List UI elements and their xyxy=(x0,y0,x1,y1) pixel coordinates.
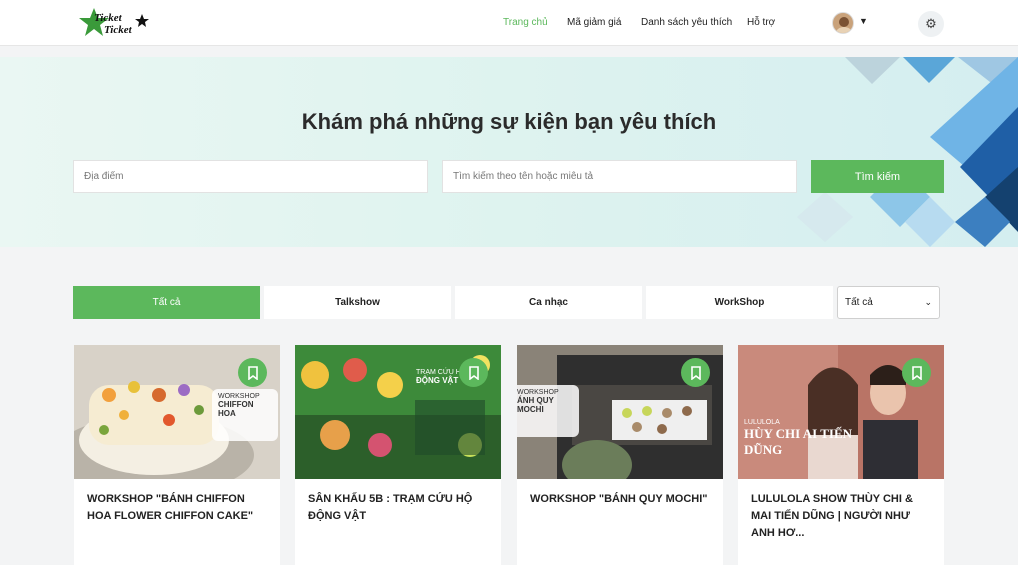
gear-icon[interactable]: ⚙ xyxy=(918,11,944,37)
hero-title: Khám phá những sự kiện bạn yêu thích xyxy=(301,109,717,134)
event-title[interactable]: WORKSHOP "BÁNH CHIFFON HOA FLOWER CHIFFO… xyxy=(87,491,269,525)
bookmark-button[interactable] xyxy=(902,358,931,387)
chevron-down-icon[interactable]: ▼ xyxy=(859,16,868,26)
svg-text:Ticket: Ticket xyxy=(104,24,133,36)
event-image-caption: WORKSHOP CHIFFON HOA xyxy=(212,389,278,441)
search-input[interactable] xyxy=(442,160,797,193)
event-image: TRẠM CỨU HỘ ĐỘNG VẬT xyxy=(295,345,501,479)
event-card[interactable]: WORKSHOP CHIFFON HOA WORKSHOP "BÁNH CHIFF… xyxy=(74,345,280,565)
event-image: WORKSHOP ÁNH QUY MOCHI xyxy=(517,345,723,479)
tab-talkshow[interactable]: Talkshow xyxy=(264,286,451,319)
bookmark-icon xyxy=(468,365,479,380)
tab-all[interactable]: Tất cả xyxy=(73,286,260,319)
event-title[interactable]: SÂN KHẤU 5B : TRẠM CỨU HỘ ĐỘNG VẬT xyxy=(308,491,490,525)
chevron-down-icon: ⌄ xyxy=(924,297,932,307)
event-card[interactable]: TRẠM CỨU HỘ ĐỘNG VẬT SÂN KHẤU 5B : TRẠM C… xyxy=(295,345,501,565)
bookmark-icon xyxy=(247,365,258,380)
event-title[interactable]: LULULOLA SHOW THÙY CHI & MAI TIẾN DŨNG |… xyxy=(751,491,933,542)
tab-workshop[interactable]: WorkShop xyxy=(646,286,833,319)
event-image-caption: WORKSHOP ÁNH QUY MOCHI xyxy=(517,385,579,437)
nav-wishlist[interactable]: Danh sách yêu thích xyxy=(641,17,732,28)
filter-selected-value: Tất cả xyxy=(845,297,873,308)
tab-music[interactable]: Ca nhạc xyxy=(455,286,642,319)
event-card[interactable]: WORKSHOP ÁNH QUY MOCHI WORKSHOP "BÁNH QUY… xyxy=(517,345,723,565)
bookmark-icon xyxy=(911,365,922,380)
bookmark-button[interactable] xyxy=(238,358,267,387)
svg-text:Ticket: Ticket xyxy=(94,12,123,24)
top-navbar: Ticket Ticket Trang chủ Mã giảm giá Danh… xyxy=(0,0,1018,46)
event-title[interactable]: WORKSHOP "BÁNH QUY MOCHI" xyxy=(530,491,712,508)
ticket-logo[interactable]: Ticket Ticket xyxy=(76,6,152,40)
bookmark-button[interactable] xyxy=(459,358,488,387)
hero-decoration xyxy=(797,57,1018,247)
location-input[interactable] xyxy=(73,160,428,193)
search-button[interactable]: Tìm kiếm xyxy=(811,160,944,193)
event-image: LULULOLA HÙY CHI AI TIẾN DŨNG xyxy=(738,345,944,479)
user-avatar[interactable] xyxy=(832,12,854,34)
hero-banner: Khám phá những sự kiện bạn yêu thích Tìm… xyxy=(0,57,1018,247)
nav-support[interactable]: Hỗ trợ xyxy=(747,17,775,28)
nav-coupons[interactable]: Mã giảm giá xyxy=(567,17,621,28)
bookmark-icon xyxy=(690,365,701,380)
event-image: WORKSHOP CHIFFON HOA xyxy=(74,345,280,479)
event-card[interactable]: LULULOLA HÙY CHI AI TIẾN DŨNG LULULOLA SH… xyxy=(738,345,944,565)
filter-select[interactable]: Tất cả ⌄ xyxy=(837,286,940,319)
event-image-caption: LULULOLA HÙY CHI AI TIẾN DŨNG xyxy=(744,419,852,457)
nav-home[interactable]: Trang chủ xyxy=(503,17,548,28)
bookmark-button[interactable] xyxy=(681,358,710,387)
